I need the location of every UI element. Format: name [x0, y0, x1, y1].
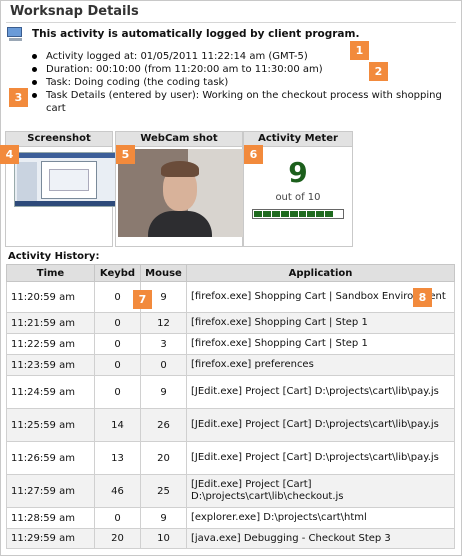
webcam-photo[interactable] — [118, 149, 243, 237]
cell-keybd: 0 — [94, 312, 141, 334]
callout-4: 4 — [0, 145, 19, 164]
detail-duration: Duration: 00:10:00 (from 11:20:00 am to … — [32, 63, 452, 76]
screenshot-panel: Screenshot — [5, 131, 118, 247]
title-divider — [6, 22, 456, 23]
cell-time: 11:20:59 am — [6, 281, 95, 313]
column-header-application: Application — [186, 264, 455, 282]
activity-meter-segment — [262, 211, 271, 217]
computer-icon — [6, 26, 26, 42]
activity-meter-segment — [316, 211, 325, 217]
table-row: 11:22:59 am 0 3 [firefox.exe] Shopping C… — [6, 333, 455, 355]
column-header-keybd: Keybd — [94, 264, 141, 282]
table-row: 11:29:59 am 20 10 [java.exe] Debugging -… — [6, 528, 455, 549]
activity-meter-segment — [271, 211, 280, 217]
cell-keybd: 0 — [94, 333, 141, 355]
cell-application: [java.exe] Debugging - Checkout Step 3 — [186, 528, 455, 549]
cell-keybd: 14 — [94, 408, 141, 442]
screenshot-thumbnail[interactable] — [14, 152, 118, 207]
table-header-row: Time Keybd Mouse Application — [6, 264, 455, 282]
cell-time: 11:28:59 am — [6, 507, 95, 529]
cell-mouse: 0 — [140, 354, 187, 376]
table-row: 11:25:59 am 14 26 [JEdit.exe] Project [C… — [6, 408, 455, 442]
cell-mouse: 10 — [140, 528, 187, 549]
cell-time: 11:24:59 am — [6, 375, 95, 409]
cell-mouse: 9 — [140, 375, 187, 409]
callout-3: 3 — [9, 88, 28, 107]
auto-logged-notice: This activity is automatically logged by… — [6, 25, 359, 43]
cell-mouse: 25 — [140, 474, 187, 508]
cell-mouse: 12 — [140, 312, 187, 334]
activity-meter-segment — [280, 211, 289, 217]
cell-keybd: 0 — [94, 507, 141, 529]
cell-time: 11:27:59 am — [6, 474, 95, 508]
cell-time: 11:21:59 am — [6, 312, 95, 334]
screenshot-panel-title: Screenshot — [6, 132, 112, 147]
callout-6: 6 — [244, 145, 263, 164]
activity-details: Activity logged at: 01/05/2011 11:22:14 … — [32, 50, 452, 115]
activity-meter-segment — [254, 211, 262, 217]
activity-meter-segment — [289, 211, 298, 217]
table-row: 11:24:59 am 0 9 [JEdit.exe] Project [Car… — [6, 375, 455, 409]
cell-mouse: 26 — [140, 408, 187, 442]
callout-8: 8 — [413, 288, 432, 307]
cell-time: 11:23:59 am — [6, 354, 95, 376]
cell-keybd: 13 — [94, 441, 141, 475]
cell-application: [JEdit.exe] Project [Cart] D:\projects\c… — [186, 474, 455, 508]
table-row: 11:20:59 am 0 9 [firefox.exe] Shopping C… — [6, 281, 455, 313]
table-row: 11:21:59 am 0 12 [firefox.exe] Shopping … — [6, 312, 455, 334]
cell-mouse: 20 — [140, 441, 187, 475]
table-row: 11:26:59 am 13 20 [JEdit.exe] Project [C… — [6, 441, 455, 475]
activity-meter-segment — [307, 211, 316, 217]
cell-keybd: 20 — [94, 528, 141, 549]
callout-2: 2 — [369, 62, 388, 81]
cell-keybd: 0 — [94, 354, 141, 376]
cell-application: [JEdit.exe] Project [Cart] D:\projects\c… — [186, 408, 455, 442]
activity-meter-segment — [334, 211, 343, 217]
callout-5: 5 — [116, 145, 135, 164]
cell-keybd: 0 — [94, 375, 141, 409]
column-header-mouse: Mouse — [140, 264, 187, 282]
table-row: 11:28:59 am 0 9 [explorer.exe] D:\projec… — [6, 507, 455, 529]
cell-application: [JEdit.exe] Project [Cart] D:\projects\c… — [186, 375, 455, 409]
activity-meter-segment — [325, 211, 334, 217]
cell-time: 11:29:59 am — [6, 528, 95, 549]
cell-application: [firefox.exe] preferences — [186, 354, 455, 376]
table-row: 11:27:59 am 46 25 [JEdit.exe] Project [C… — [6, 474, 455, 508]
cell-application: [explorer.exe] D:\projects\cart\html — [186, 507, 455, 529]
cell-keybd: 46 — [94, 474, 141, 508]
detail-task: Task: Doing coding (the coding task) — [32, 76, 452, 89]
auto-logged-text: This activity is automatically logged by… — [32, 28, 360, 40]
table-row: 11:23:59 am 0 0 [firefox.exe] preference… — [6, 354, 455, 376]
activity-history-table: Time Keybd Mouse Application 11:20:59 am… — [6, 264, 455, 549]
callout-7: 7 — [133, 290, 152, 309]
cell-application: [firefox.exe] Shopping Cart | Step 1 — [186, 333, 455, 355]
detail-task-details: Task Details (entered by user): Working … — [32, 89, 452, 115]
activity-meter-out-of: out of 10 — [275, 192, 321, 203]
detail-logged-at: Activity logged at: 01/05/2011 11:22:14 … — [32, 50, 452, 63]
activity-meter-segment — [298, 211, 307, 217]
activity-history-title: Activity History: — [8, 251, 100, 262]
cell-mouse: 3 — [140, 333, 187, 355]
column-header-time: Time — [6, 264, 95, 282]
cell-mouse: 9 — [140, 507, 187, 529]
cell-time: 11:25:59 am — [6, 408, 95, 442]
cell-application: [firefox.exe] Shopping Cart | Step 1 — [186, 312, 455, 334]
cell-time: 11:26:59 am — [6, 441, 95, 475]
cell-time: 11:22:59 am — [6, 333, 95, 355]
callout-1: 1 — [350, 41, 369, 60]
cell-application: [JEdit.exe] Project [Cart] D:\projects\c… — [186, 441, 455, 475]
activity-meter-bar — [252, 209, 344, 219]
page-title: Worksnap Details — [10, 4, 139, 19]
